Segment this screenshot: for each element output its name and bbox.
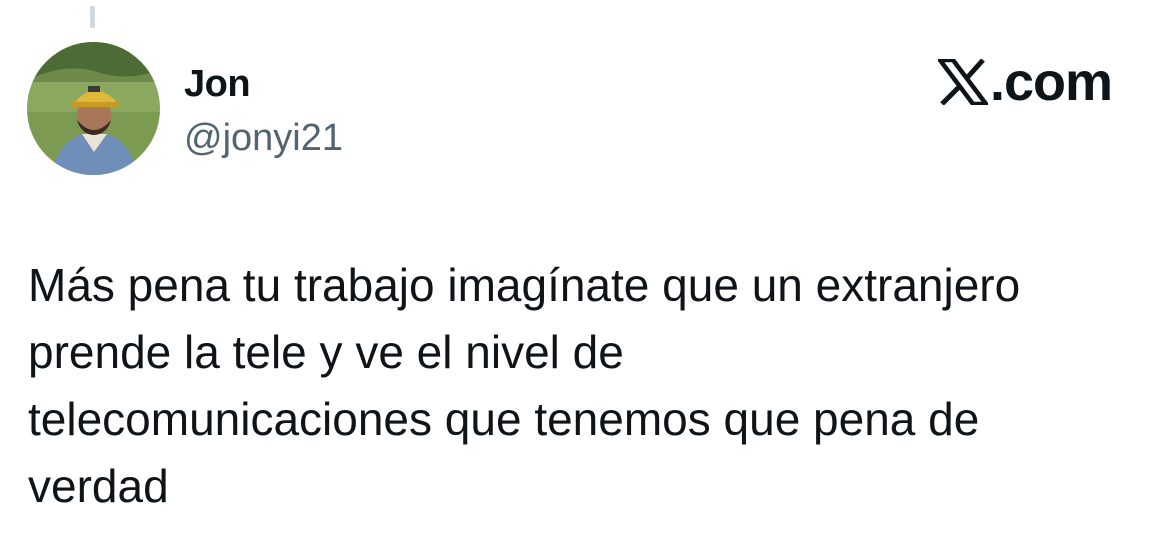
profile-photo-icon (27, 42, 160, 175)
brand-watermark: .com (937, 52, 1113, 112)
thread-connector-line (90, 6, 95, 28)
x-logo-icon (937, 59, 988, 105)
tweet-body-text: Más pena tu trabajo imagínate que un ext… (28, 259, 1021, 512)
avatar[interactable] (27, 42, 160, 175)
author-handle[interactable]: @jonyi21 (184, 118, 343, 158)
brand-label: .com (989, 52, 1113, 112)
author-display-name[interactable]: Jon (184, 64, 251, 104)
